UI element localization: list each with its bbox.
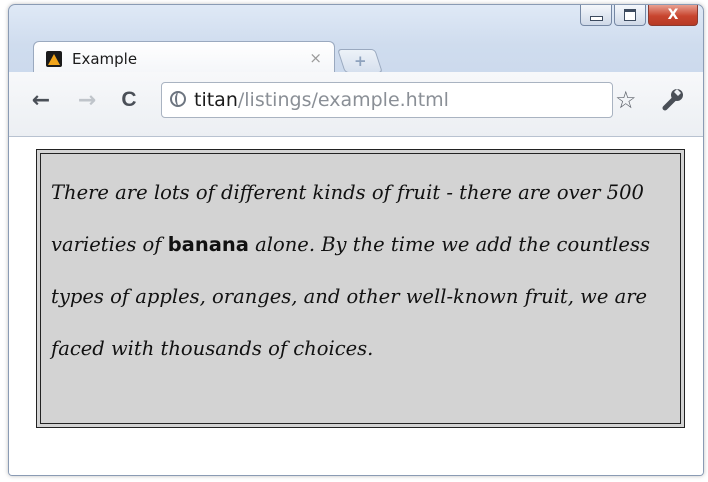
back-button[interactable]: ←	[27, 86, 55, 114]
url-path: /listings/example.html	[237, 89, 449, 111]
new-tab-button[interactable]: +	[337, 49, 383, 73]
url-text: titan/listings/example.html	[194, 89, 449, 111]
bold-word: banana	[167, 233, 249, 256]
forward-button[interactable]: →	[73, 86, 101, 114]
maximize-icon	[624, 9, 636, 21]
globe-icon	[170, 91, 186, 107]
paragraph-box: There are lots of different kinds of fru…	[36, 149, 685, 428]
bookmark-star-icon[interactable]: ☆	[615, 86, 637, 114]
address-bar[interactable]: titan/listings/example.html	[161, 82, 613, 118]
browser-window: X Example × + ← → C titan/listings/examp…	[8, 4, 704, 476]
warning-favicon-icon	[46, 51, 62, 67]
maximize-button[interactable]	[614, 5, 646, 26]
minimize-icon	[589, 15, 603, 21]
paragraph: There are lots of different kinds of fru…	[51, 167, 676, 375]
minimize-button[interactable]	[580, 5, 612, 26]
reload-button[interactable]: C	[115, 86, 143, 114]
tab-example[interactable]: Example ×	[33, 41, 335, 74]
close-icon: X	[667, 7, 679, 23]
page-content: There are lots of different kinds of fru…	[9, 137, 703, 475]
url-host: titan	[194, 89, 238, 111]
back-arrow-icon: ←	[31, 87, 51, 113]
close-window-button[interactable]: X	[648, 5, 698, 26]
toolbar: ← → C titan/listings/example.html ☆	[9, 72, 703, 137]
window-controls: X	[578, 5, 698, 26]
tab-title: Example	[72, 50, 138, 68]
forward-arrow-icon: →	[77, 87, 97, 113]
plus-icon: +	[353, 52, 367, 70]
reload-icon: C	[121, 88, 137, 111]
tab-close-icon[interactable]: ×	[309, 49, 322, 67]
wrench-menu-icon[interactable]	[659, 86, 687, 114]
